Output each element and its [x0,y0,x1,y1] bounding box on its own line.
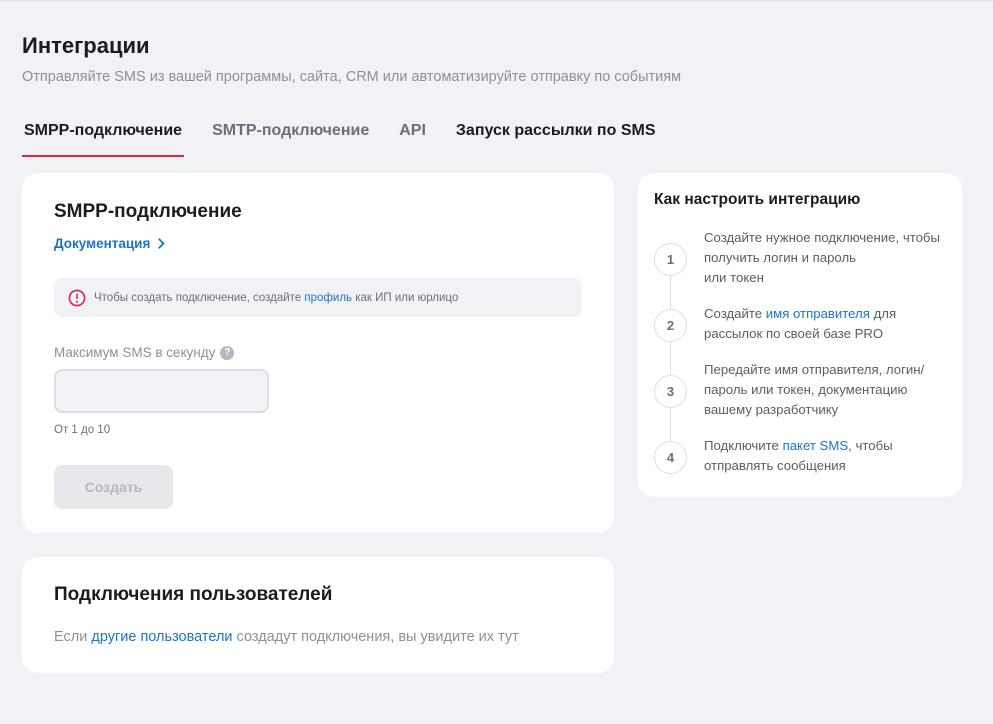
documentation-link-label: Документация [54,236,151,251]
setup-guide-title: Как настроить интеграцию [654,191,861,208]
chevron-right-icon [158,238,165,249]
tab-smpp[interactable]: SMPP-подключение [22,116,185,157]
question-icon[interactable]: ? [220,345,235,360]
step-text-3: Передайте имя отправителя, логин/пароль … [704,362,925,417]
user-connections-card: Подключения пользователей Если другие по… [22,557,614,673]
step-text-2: Создайте имя отправителя для рассылок по… [704,306,897,341]
tab-smtp[interactable]: SMTP-подключение [210,116,371,157]
max-sms-hint: От 1 до 10 [54,424,111,436]
step-number-4: 4 [654,441,687,474]
create-button[interactable]: Создать [54,465,173,509]
documentation-link[interactable]: Документация [54,236,165,251]
user-connections-title: Подключения пользователей [54,584,333,605]
step-text-1: Создайте нужное подключение, чтобы получ… [704,230,940,285]
sms-package-link[interactable]: пакет SMS [783,438,849,453]
setup-guide-card: Как настроить интеграцию 1 Создайте нужн… [638,173,962,497]
max-sms-input[interactable] [54,369,269,413]
top-divider [0,0,993,1]
integrations-page: Интеграции Отправляйте SMS из вашей прог… [0,0,993,724]
tab-bar: SMPP-подключение SMTP-подключение API За… [22,116,683,158]
page-subtitle: Отправляйте SMS из вашей программы, сайт… [22,69,682,85]
step-number-1: 1 [654,243,687,276]
tab-sms-campaign[interactable]: Запуск рассылки по SMS [454,116,658,157]
smpp-card-title: SMPP-подключение [54,201,242,222]
notice-text: Чтобы создать подключение, создайте проф… [94,291,459,304]
step-text-4: Подключите пакет SMS, чтобы отправлять с… [704,438,893,473]
smpp-card: SMPP-подключение Документация Чтобы созд… [22,173,614,533]
profile-notice: Чтобы создать подключение, создайте проф… [54,278,582,317]
tab-api[interactable]: API [397,116,428,157]
step-number-2: 2 [654,309,687,342]
other-users-link[interactable]: другие пользователи [91,629,232,645]
max-sms-label: Максимум SMS в секунду ? [54,345,235,360]
warning-icon [68,289,86,306]
page-title: Интеграции [22,33,150,58]
step-number-3: 3 [654,375,687,408]
profile-link[interactable]: профиль [304,292,352,304]
user-connections-text: Если другие пользователи создадут подклю… [54,629,519,645]
sender-name-link[interactable]: имя отправителя [766,306,870,321]
